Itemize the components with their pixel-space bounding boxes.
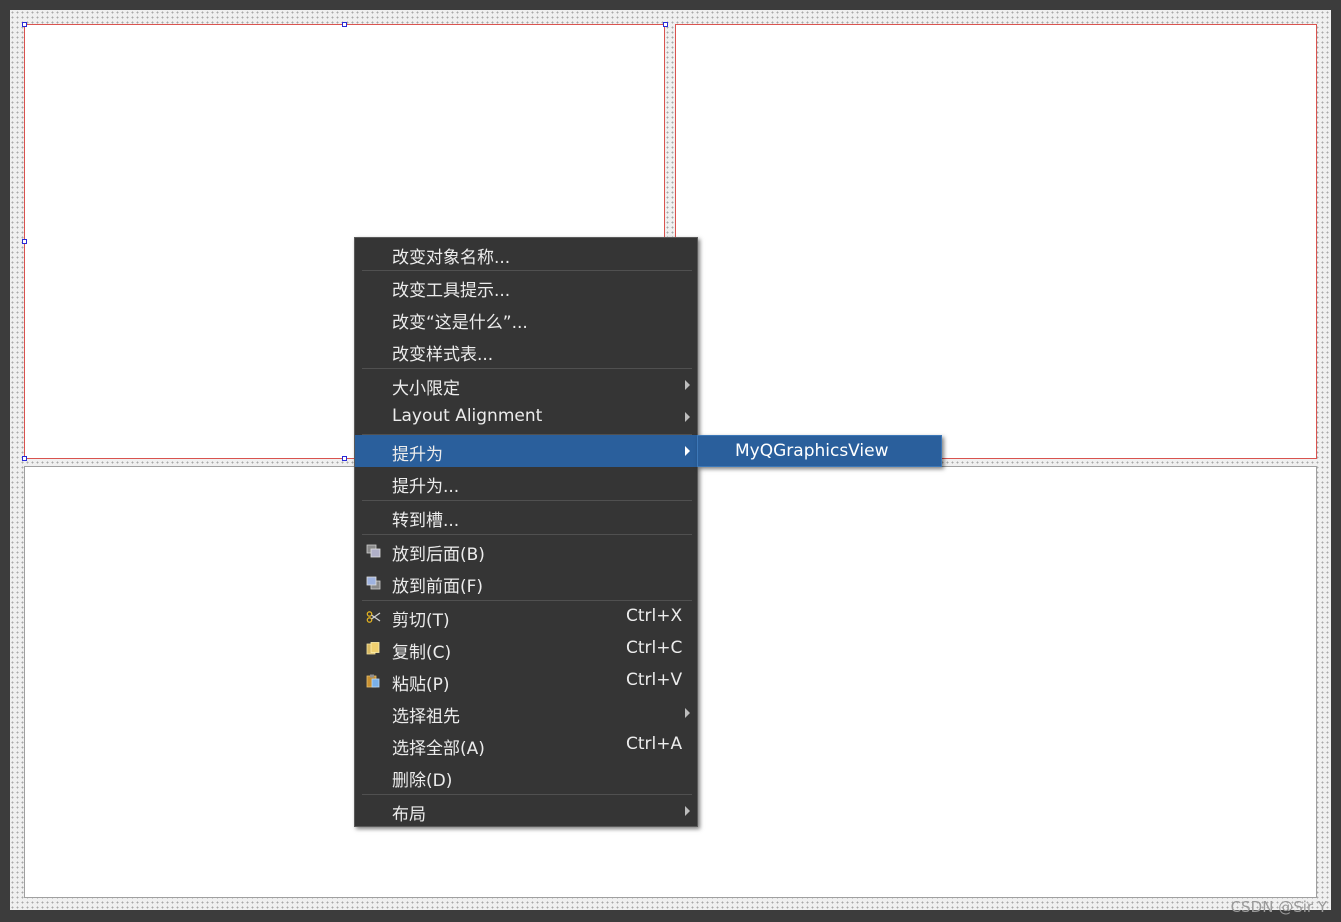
menu-item-shortcut: Ctrl+V [626, 670, 683, 690]
copy-icon [366, 642, 380, 655]
resize-handle-bottom-left[interactable] [22, 456, 27, 461]
menu-item-label: 布局 [392, 805, 426, 825]
resize-handle-left[interactable] [22, 239, 27, 244]
menu-item-change-whats-this[interactable]: 改变“这是什么”... [355, 303, 697, 335]
bring-to-front-icon [366, 576, 381, 590]
resize-handle-top-left[interactable] [22, 22, 27, 27]
menu-item-label: 改变“这是什么”... [392, 313, 528, 333]
menu-item-select-ancestor[interactable]: 选择祖先 [355, 697, 697, 729]
watermark: CSDN @Sir Y [1230, 898, 1327, 916]
menu-item-layout-alignment[interactable]: Layout Alignment [355, 401, 697, 433]
menu-item-layout[interactable]: 布局 [355, 795, 697, 827]
menu-item-paste[interactable]: 粘贴(P) Ctrl+V [355, 665, 697, 697]
menu-item-label: 转到槽... [392, 511, 460, 531]
send-to-back-icon [366, 544, 381, 558]
menu-item-bring-to-front[interactable]: 放到前面(F) [355, 567, 697, 599]
submenu-arrow-icon [685, 708, 690, 718]
resize-handle-bottom[interactable] [342, 456, 347, 461]
menu-item-shortcut: Ctrl+X [626, 606, 683, 626]
menu-item-go-to-slot[interactable]: 转到槽... [355, 501, 697, 533]
menu-item-cut[interactable]: 剪切(T) Ctrl+X [355, 601, 697, 633]
menu-item-label: 改变工具提示... [392, 281, 511, 301]
menu-item-size-constraints[interactable]: 大小限定 [355, 369, 697, 401]
menu-item-label: 大小限定 [392, 379, 460, 399]
submenu-arrow-icon [685, 446, 690, 456]
menu-item-label: 选择祖先 [392, 707, 460, 727]
menu-item-change-object-name[interactable]: 改变对象名称... [355, 238, 697, 270]
graphics-view-top-right[interactable] [675, 24, 1317, 459]
menu-item-label: Layout Alignment [392, 406, 543, 426]
promote-to-submenu[interactable]: MyQGraphicsView [697, 435, 942, 467]
menu-item-change-stylesheet[interactable]: 改变样式表... [355, 335, 697, 367]
menu-item-send-to-back[interactable]: 放到后面(B) [355, 535, 697, 567]
paste-icon [366, 674, 380, 688]
menu-item-label: 放到前面(F) [392, 577, 484, 597]
menu-item-label: 改变样式表... [392, 345, 494, 365]
menu-item-promote-to[interactable]: 提升为 [355, 435, 697, 467]
scissors-icon [366, 611, 381, 623]
menu-item-copy[interactable]: 复制(C) Ctrl+C [355, 633, 697, 665]
menu-item-label: 提升为 [392, 445, 443, 465]
menu-item-shortcut: Ctrl+A [626, 734, 683, 754]
menu-item-delete[interactable]: 删除(D) [355, 761, 697, 793]
submenu-arrow-icon [685, 380, 690, 390]
menu-item-select-all[interactable]: 选择全部(A) Ctrl+A [355, 729, 697, 761]
menu-item-label: 剪切(T) [392, 611, 450, 631]
submenu-arrow-icon [685, 412, 690, 422]
menu-item-change-tooltip[interactable]: 改变工具提示... [355, 271, 697, 303]
resize-handle-top[interactable] [342, 22, 347, 27]
context-menu: 改变对象名称... 改变工具提示... 改变“这是什么”... 改变样式表...… [354, 237, 698, 827]
menu-item-label: 粘贴(P) [392, 675, 450, 695]
menu-item-label: 改变对象名称... [392, 248, 511, 268]
menu-item-label: 提升为... [392, 477, 460, 497]
menu-item-label: 选择全部(A) [392, 739, 485, 759]
submenu-arrow-icon [685, 806, 690, 816]
menu-item-label: 删除(D) [392, 771, 453, 791]
menu-item-promote-to-dialog[interactable]: 提升为... [355, 467, 697, 499]
menu-item-shortcut: Ctrl+C [626, 638, 683, 658]
submenu-item-myqgraphicsview[interactable]: MyQGraphicsView [735, 441, 889, 461]
menu-item-label: 放到后面(B) [392, 545, 485, 565]
menu-item-label: 复制(C) [392, 643, 452, 663]
resize-handle-top-right[interactable] [663, 22, 668, 27]
